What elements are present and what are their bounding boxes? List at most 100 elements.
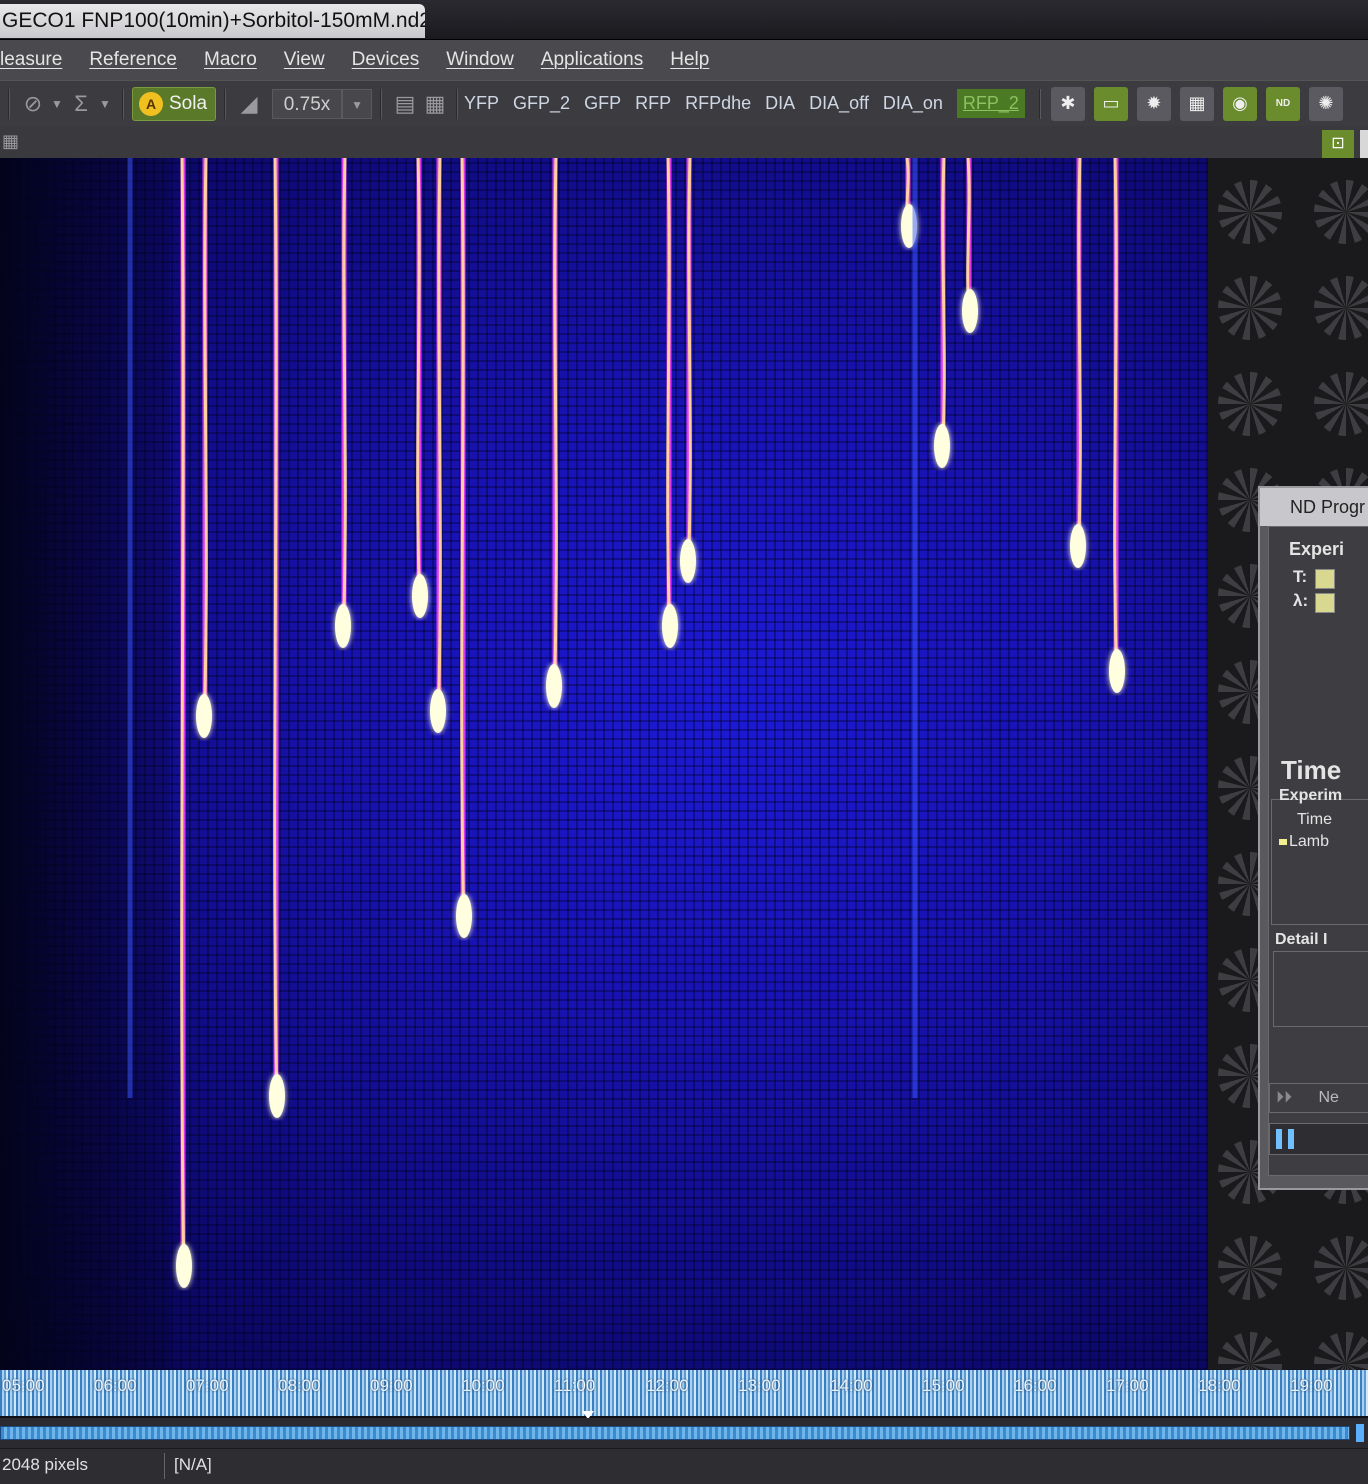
timeline-scroll-end[interactable] (1356, 1424, 1364, 1442)
timeline-tick-label: 15:00 (922, 1376, 965, 1395)
settings-icon[interactable]: ✺ (1308, 86, 1343, 121)
timeline-tick-label: 16:00 (1014, 1376, 1057, 1395)
light-source-label: Sola (169, 92, 208, 114)
lambda-progress-field[interactable] (1315, 593, 1335, 613)
channel-gfp[interactable]: GFP (584, 93, 621, 114)
menu-window[interactable]: Window (446, 49, 514, 71)
menu-macro[interactable]: Macro (204, 49, 257, 71)
chevron-down-icon[interactable]: ▼ (48, 97, 66, 111)
sum-icon[interactable]: Σ (66, 91, 96, 117)
detail-label: Detail I (1275, 931, 1328, 948)
gear-icon[interactable]: ✹ (1136, 86, 1171, 121)
timeline-tick-label: 06:00 (94, 1376, 137, 1395)
next-button[interactable]: ⏵⏵ Ne (1269, 1083, 1368, 1113)
menu-applications[interactable]: Applications (541, 49, 643, 71)
pixel-value-status: [N/A] (174, 1455, 212, 1474)
timeline-tick-label: 17:00 (1106, 1376, 1149, 1395)
pattern-cell (1218, 180, 1282, 244)
menu-measure[interactable]: leasure (0, 49, 62, 71)
menu-devices[interactable]: Devices (352, 49, 420, 71)
toolbar-separator (380, 88, 383, 119)
light-source-badge-icon: A (139, 91, 163, 116)
trace-tip (934, 424, 950, 468)
status-separator (164, 1453, 165, 1479)
trace-tip (269, 1074, 285, 1118)
timeline-tick-label: 08:00 (278, 1376, 321, 1395)
channel-gfp-2[interactable]: GFP_2 (513, 93, 570, 114)
toolbar-separator (456, 88, 459, 119)
timeline-tick-label: 09:00 (370, 1376, 413, 1395)
document-tab[interactable]: GECO1 FNP100(10min)+Sorbitol-150mM.nd2*] (0, 4, 425, 38)
timeline-ruler[interactable]: 05:00 06:00 07:00 08:00 09:00 10:00 11:00 12:00… (0, 1370, 1368, 1416)
menu-bar: leasure Reference Macro View Devices Win… (0, 40, 1368, 80)
toolbar-separator (1038, 88, 1041, 119)
channel-rfp-2[interactable]: RFP_2 (956, 89, 1025, 118)
light-source-button[interactable]: A Sola (132, 86, 217, 121)
pattern-cell (1314, 372, 1368, 436)
pattern-cell (1218, 276, 1282, 340)
trace-tip (680, 539, 696, 583)
view-toolbar: ▦ ⊡ (0, 126, 1368, 158)
fluorescence-trace (412, 158, 428, 618)
histogram-icon[interactable]: ◢ (234, 91, 264, 117)
timeline-scrollbar[interactable] (0, 1418, 1368, 1448)
t-progress-field[interactable] (1315, 569, 1335, 589)
menu-reference[interactable]: Reference (89, 49, 177, 71)
folder-icon[interactable]: ▭ (1093, 86, 1128, 121)
timeline-tick-label: 11:00 (554, 1376, 596, 1395)
channel-dia[interactable]: DIA (765, 93, 795, 114)
zoom-dropdown-icon[interactable]: ▼ (342, 88, 373, 119)
fluorescence-trace (546, 158, 562, 708)
fluorescence-trace (934, 158, 950, 468)
channel-dia-on[interactable]: DIA_on (883, 93, 943, 114)
toolbar-separator (122, 88, 124, 119)
t-label: T: (1293, 567, 1308, 586)
grid-view-icon[interactable]: ▦ (1179, 86, 1214, 121)
timeline-tick-label: 13:00 (738, 1376, 781, 1395)
fluorescence-trace (680, 158, 696, 583)
side-panel-toggle-icon[interactable] (1360, 130, 1368, 158)
fluorescence-trace (1070, 158, 1086, 568)
status-bar: 2048 pixels [N/A] (0, 1448, 1368, 1484)
pattern-cell (1314, 1332, 1368, 1370)
lambda-item[interactable]: Lamb (1289, 833, 1329, 851)
fluorescence-trace (962, 158, 978, 333)
experiment-label: Experi (1289, 539, 1345, 559)
fit-to-screen-icon[interactable]: ⊡ (1322, 130, 1354, 158)
timeline-scroll-track[interactable] (0, 1426, 1350, 1440)
trace-tip (662, 604, 678, 648)
channel-rfp[interactable]: RFP (635, 93, 671, 114)
trace-tip (1109, 649, 1125, 693)
next-icon: ⏵⏵ (1276, 1089, 1293, 1106)
trace-tip (176, 1244, 192, 1288)
experiment-group-label: Experim (1279, 787, 1343, 804)
fluorescence-trace (662, 158, 678, 648)
channel-dia-off[interactable]: DIA_off (809, 93, 869, 114)
fluorescence-trace (196, 158, 212, 738)
copy-icon[interactable]: ▤ (390, 91, 420, 117)
paste-icon[interactable]: ▦ (420, 91, 450, 117)
capture-icon[interactable]: ◉ (1222, 86, 1257, 121)
toolbar-separator (8, 88, 10, 119)
clear-icon[interactable]: ⊘ (18, 91, 48, 117)
menu-help[interactable]: Help (670, 49, 709, 71)
zoom-field[interactable]: 0.75x (272, 88, 343, 119)
channel-yfp[interactable]: YFP (464, 93, 499, 114)
layout-grid-icon[interactable]: ▦ (2, 131, 19, 152)
nd-progress-dialog: ND Progr Experi T: λ: Time Experim Time … (1258, 486, 1368, 1190)
trace-tip (456, 894, 472, 938)
pause-button[interactable] (1269, 1123, 1368, 1155)
fluorescence-trace (430, 158, 446, 733)
image-viewer[interactable] (0, 158, 1208, 1370)
time-item[interactable]: Time (1297, 811, 1332, 829)
timeline-tick-label: 10:00 (462, 1376, 505, 1395)
channel-rfpdhe[interactable]: RFPdhe (685, 93, 751, 114)
nd-dialog-title[interactable]: ND Progr (1260, 488, 1368, 526)
nd-icon[interactable]: ND (1265, 86, 1300, 121)
timeline-tick-label: 07:00 (186, 1376, 229, 1395)
menu-view[interactable]: View (284, 49, 325, 71)
camera-icon[interactable]: ✱ (1050, 86, 1085, 121)
fluorescence-trace (1109, 158, 1125, 693)
chevron-down-icon[interactable]: ▼ (96, 97, 114, 111)
timeline-tick-label: 05:00 (2, 1376, 45, 1395)
